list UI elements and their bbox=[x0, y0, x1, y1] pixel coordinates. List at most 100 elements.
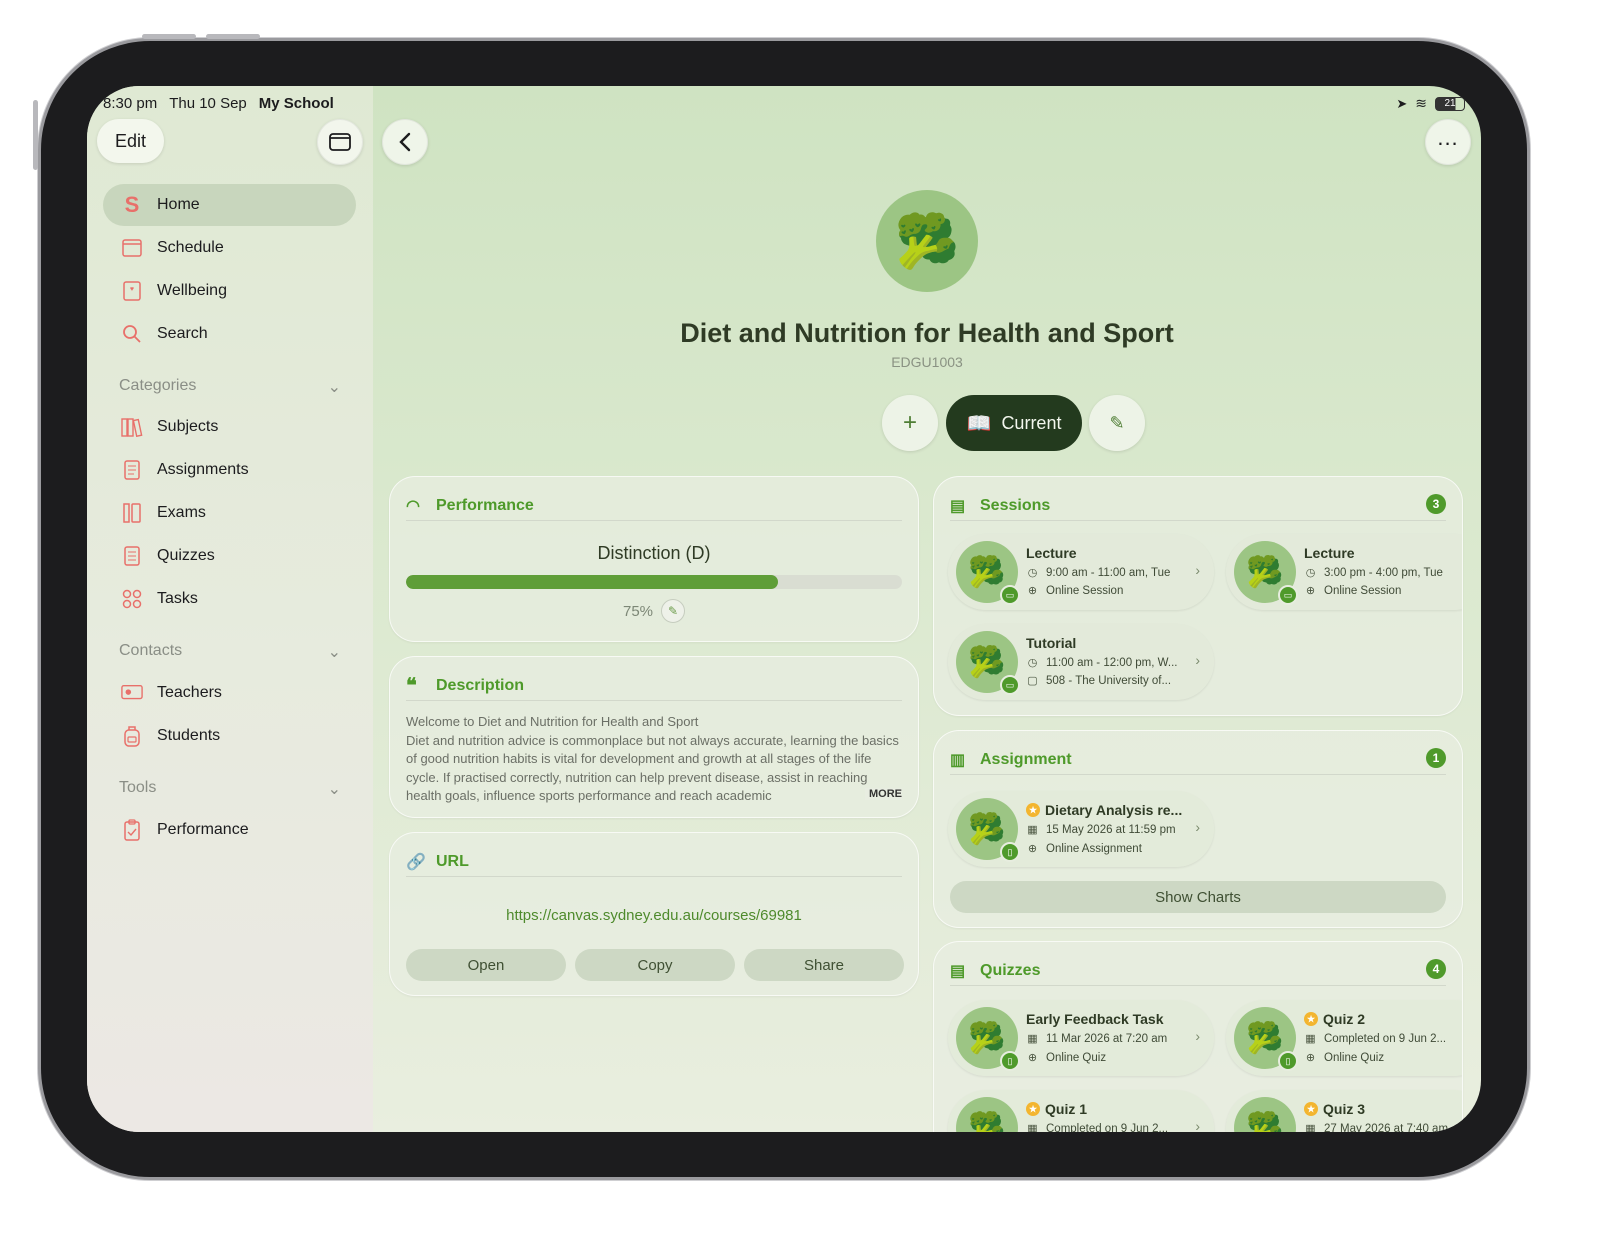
course-url[interactable]: https://canvas.sydney.edu.au/courses/699… bbox=[390, 907, 918, 924]
description-card: ❝ Description Welcome to Diet and Nutrit… bbox=[389, 656, 919, 818]
sidebar-icon bbox=[329, 133, 351, 151]
assignment-place: Online Assignment bbox=[1046, 842, 1142, 855]
document-badge-icon: ▯ bbox=[1000, 1051, 1020, 1071]
star-icon: ★ bbox=[1304, 1012, 1318, 1026]
section-title: Categories bbox=[119, 377, 197, 394]
categories-section-header[interactable]: Categories ⌄ bbox=[119, 377, 341, 397]
globe-icon: ⊕ bbox=[1027, 843, 1038, 855]
sidebar-item-teachers[interactable]: Teachers bbox=[103, 672, 356, 714]
sidebar-item-tasks[interactable]: Tasks bbox=[103, 578, 356, 620]
quiz-date-row: ▦ 27 May 2026 at 7:40 am bbox=[1304, 1122, 1462, 1133]
edit-course-button[interactable]: ✎ bbox=[1089, 395, 1145, 451]
current-status-button[interactable]: 📖 Current bbox=[946, 395, 1082, 451]
section-title: Tools bbox=[119, 779, 157, 796]
chevron-right-icon: › bbox=[1195, 1118, 1200, 1132]
star-icon: ★ bbox=[1304, 1102, 1318, 1116]
chevron-right-icon: › bbox=[1195, 652, 1200, 668]
sidebar-item-label: Students bbox=[157, 727, 221, 744]
share-url-button[interactable]: Share bbox=[744, 949, 904, 981]
edit-performance-button[interactable]: ✎ bbox=[661, 599, 686, 623]
toggle-sidebar-button[interactable] bbox=[317, 119, 363, 165]
assignment-place-row: ⊕ Online Assignment bbox=[1026, 842, 1186, 856]
edit-button[interactable]: Edit bbox=[97, 119, 165, 163]
more-link[interactable]: MORE bbox=[865, 788, 902, 800]
books-icon bbox=[121, 416, 143, 438]
chevron-right-icon: › bbox=[1195, 1028, 1200, 1044]
card-title: Quizzes bbox=[980, 961, 1041, 979]
assignment-tile[interactable]: 🥦 ▯ ★ Dietary Analysis re... ▦ 15 May 2026 … bbox=[948, 791, 1214, 867]
sidebar-item-wellbeing[interactable]: ♥ Wellbeing bbox=[103, 270, 356, 312]
calendar-badge-icon: ▭ bbox=[1000, 585, 1020, 605]
quiz-date: Completed on 9 Jun 2... bbox=[1324, 1032, 1447, 1045]
open-book-icon: 📖 bbox=[966, 412, 992, 435]
session-place-row: ⊕ Online Session bbox=[1026, 584, 1186, 598]
clock-icon: ◷ bbox=[1027, 567, 1038, 579]
sidebar-item-label: Tasks bbox=[157, 590, 198, 607]
sidebar-item-label: Teachers bbox=[157, 684, 222, 701]
volume-down-hardware bbox=[206, 34, 260, 39]
session-place-row: ▢ 508 - The University of... bbox=[1026, 674, 1186, 688]
sessions-count-badge: 3 bbox=[1426, 494, 1446, 514]
chevron-down-icon: ⌄ bbox=[327, 379, 341, 396]
quiz-tile[interactable]: 🥦 ▯ Early Feedback Task ▦ 11 Mar 2026 at 7… bbox=[948, 1000, 1214, 1076]
performance-percent: 75% bbox=[622, 602, 654, 620]
document-icon bbox=[121, 459, 143, 481]
quiz-tile[interactable]: 🥦 ★ Quiz 1 ▦ Completed on 9 Jun 2... › bbox=[948, 1090, 1214, 1132]
quiz-place: Online Quiz bbox=[1046, 1051, 1107, 1064]
tasks-icon bbox=[121, 588, 143, 610]
session-place: Online Session bbox=[1324, 584, 1402, 597]
sidebar-item-schedule[interactable]: Schedule bbox=[103, 227, 356, 269]
quiz-title: ★ Quiz 1 bbox=[1026, 1101, 1087, 1117]
sidebar-item-label: Subjects bbox=[157, 418, 219, 435]
ellipsis-icon: ... bbox=[1437, 125, 1459, 150]
quiz-date-row: ▦ Completed on 9 Jun 2... bbox=[1304, 1032, 1462, 1046]
back-button[interactable] bbox=[382, 119, 428, 165]
top-button-hardware bbox=[33, 100, 38, 170]
calendar-clock-icon: ▦ bbox=[1027, 1123, 1038, 1132]
broccoli-icon: 🥦 bbox=[968, 1111, 1006, 1133]
clock-icon: ◷ bbox=[1027, 657, 1038, 669]
contacts-section-header[interactable]: Contacts ⌄ bbox=[119, 642, 341, 662]
quiz-tile[interactable]: 🥦 ▯ ★ Quiz 2 ▦ Completed on 9 Jun 2... ⊕ Onl… bbox=[1226, 1000, 1462, 1076]
show-charts-button[interactable]: Show Charts bbox=[950, 881, 1446, 913]
description-text: Welcome to Diet and Nutrition for Health… bbox=[406, 713, 902, 805]
more-options-button[interactable]: ... bbox=[1425, 119, 1471, 165]
sidebar-item-label: Schedule bbox=[157, 239, 224, 256]
sidebar-item-label: Home bbox=[157, 196, 200, 213]
sidebar-item-search[interactable]: Search bbox=[103, 313, 356, 355]
session-tile[interactable]: 🥦 ▭ Tutorial ◷ 11:00 am - 12:00 pm, W... ▢… bbox=[948, 624, 1214, 700]
chevron-down-icon: ⌄ bbox=[327, 644, 341, 661]
assignment-title-text: Dietary Analysis re... bbox=[1045, 802, 1183, 818]
session-avatar: 🥦 ▭ bbox=[1234, 541, 1298, 605]
sidebar-item-subjects[interactable]: Subjects bbox=[103, 406, 356, 448]
session-title-text: Tutorial bbox=[1026, 635, 1077, 651]
broccoli-icon: 🥦 bbox=[968, 645, 1006, 679]
sidebar-item-home[interactable]: S Home bbox=[103, 184, 356, 226]
copy-url-button[interactable]: Copy bbox=[575, 949, 735, 981]
tools-section-header[interactable]: Tools ⌄ bbox=[119, 779, 341, 799]
document-badge-icon: ▯ bbox=[1000, 842, 1020, 862]
exam-icon bbox=[121, 502, 143, 524]
broccoli-icon: 🥦 bbox=[968, 555, 1006, 589]
url-card: 🔗 URL https://canvas.sydney.edu.au/cours… bbox=[389, 832, 919, 996]
sidebar-item-assignments[interactable]: Assignments bbox=[103, 449, 356, 491]
sidebar-item-performance[interactable]: Performance bbox=[103, 809, 356, 851]
quiz-title-text: Quiz 2 bbox=[1323, 1011, 1366, 1027]
session-tile[interactable]: 🥦 ▭ Lecture ◷ 9:00 am - 11:00 am, Tue ⊕ Onl… bbox=[948, 534, 1214, 610]
sidebar-item-students[interactable]: Students bbox=[103, 715, 356, 757]
session-avatar: 🥦 ▭ bbox=[956, 541, 1020, 605]
description-header: ❝ Description bbox=[406, 671, 902, 701]
open-url-button[interactable]: Open bbox=[406, 949, 566, 981]
quiz-date: Completed on 9 Jun 2... bbox=[1046, 1122, 1169, 1133]
quiz-icon bbox=[121, 545, 143, 567]
star-icon: ★ bbox=[1026, 1102, 1040, 1116]
sidebar-item-label: Search bbox=[157, 325, 208, 342]
sidebar-item-exams[interactable]: Exams bbox=[103, 492, 356, 534]
sidebar-item-quizzes[interactable]: Quizzes bbox=[103, 535, 356, 577]
session-time-row: ◷ 3:00 pm - 4:00 pm, Tue bbox=[1304, 566, 1462, 580]
broccoli-icon: 🥦 bbox=[1246, 1111, 1284, 1133]
session-tile[interactable]: 🥦 ▭ Lecture ◷ 3:00 pm - 4:00 pm, Tue ⊕ Onli… bbox=[1226, 534, 1462, 610]
chevron-right-icon: › bbox=[1195, 819, 1200, 835]
quiz-tile[interactable]: 🥦 ★ Quiz 3 ▦ 27 May 2026 at 7:40 am bbox=[1226, 1090, 1462, 1133]
add-button[interactable]: + bbox=[882, 395, 938, 451]
